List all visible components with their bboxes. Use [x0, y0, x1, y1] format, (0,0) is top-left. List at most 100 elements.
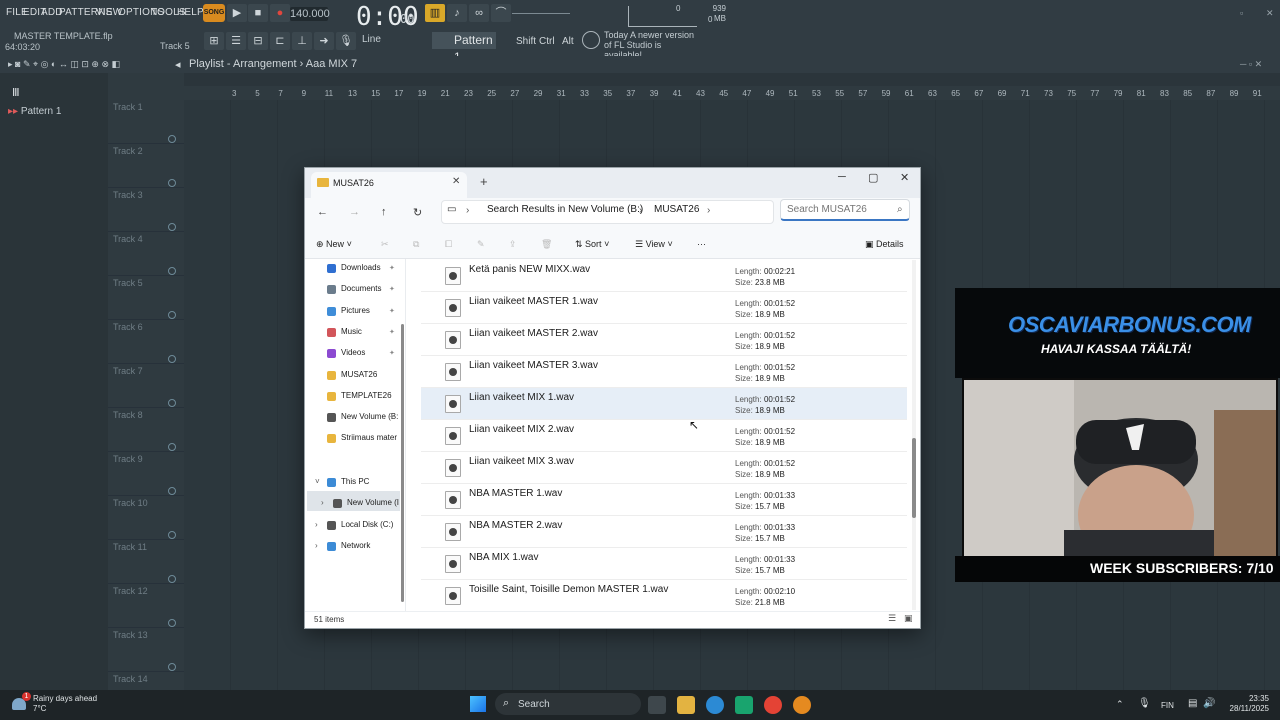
- playlist-tools-icon[interactable]: ▸ ◙ ✎ ⌖ ◎ ◐ ↔ ◫ ⊡ ⊕ ⊗ ◧: [8, 59, 120, 70]
- scrollbar-thumb[interactable]: [912, 438, 916, 518]
- details-view-icon[interactable]: ☰: [888, 613, 896, 624]
- nav-item[interactable]: TEMPLATE26: [341, 391, 392, 400]
- cut-icon[interactable]: ✂: [381, 239, 389, 250]
- file-explorer-icon[interactable]: [677, 696, 695, 714]
- menu-help[interactable]: HELP: [177, 7, 204, 18]
- metronome-icon[interactable]: ▥: [425, 4, 445, 22]
- copy-icon[interactable]: ⧉: [413, 239, 419, 250]
- mixer-icon[interactable]: ☰: [226, 32, 246, 50]
- forward-arrow-icon[interactable]: →: [349, 206, 360, 218]
- breadcrumb-musat26[interactable]: MUSAT26: [654, 204, 699, 215]
- tree-item[interactable]: New Volume (I: [347, 498, 399, 507]
- paste-icon[interactable]: ⧠: [445, 239, 452, 250]
- refresh-icon[interactable]: ↻: [413, 206, 422, 219]
- nav-item[interactable]: Music: [341, 327, 362, 336]
- track-mute-led[interactable]: [168, 487, 176, 495]
- minimize-icon[interactable]: ▫: [1240, 8, 1243, 18]
- stop-icon[interactable]: ■: [248, 4, 268, 22]
- delete-icon[interactable]: 🗑: [541, 239, 552, 250]
- file-list-scrollbar[interactable]: [912, 260, 916, 610]
- master-volume-slider[interactable]: [512, 13, 570, 14]
- nav-item[interactable]: Documents: [341, 284, 381, 293]
- loop-record-icon[interactable]: ∞: [469, 4, 489, 22]
- alt-key[interactable]: Alt: [562, 36, 574, 47]
- playlist-window-controls[interactable]: ─ ▫ ✕: [1240, 59, 1262, 70]
- breadcrumb-search-results[interactable]: Search Results in New Volume (B:): [487, 204, 643, 215]
- close-icon[interactable]: ✕: [1266, 8, 1274, 19]
- tree-chevron-icon[interactable]: ›: [315, 541, 318, 550]
- language-indicator[interactable]: FIN: [1161, 701, 1174, 710]
- nav-item[interactable]: Videos: [341, 348, 365, 357]
- nav-item[interactable]: Downloads: [341, 263, 381, 272]
- track-mute-led[interactable]: [168, 267, 176, 275]
- playlist-menu-icon[interactable]: ◂: [175, 58, 181, 71]
- pattern-toggle-icon[interactable]: Ⅲ: [12, 86, 20, 99]
- tree-chevron-icon[interactable]: ›: [321, 498, 324, 507]
- track-mute-led[interactable]: [168, 223, 176, 231]
- window-minimize-icon[interactable]: ─: [838, 171, 846, 183]
- track-mute-led[interactable]: [168, 443, 176, 451]
- track-mute-led[interactable]: [168, 179, 176, 187]
- snap-icon[interactable]: ⊞: [204, 32, 224, 50]
- window-close-icon[interactable]: ✕: [900, 171, 909, 184]
- back-arrow-icon[interactable]: ←: [317, 206, 328, 218]
- network-icon[interactable]: ▤: [1188, 698, 1197, 709]
- new-button[interactable]: ⊕ New ˅: [316, 239, 352, 250]
- window-maximize-icon[interactable]: ▢: [868, 171, 878, 184]
- channel-rack-icon[interactable]: ⊟: [248, 32, 268, 50]
- more-options-button[interactable]: ···: [697, 239, 706, 249]
- nav-item[interactable]: Striimaus mater: [341, 433, 397, 442]
- new-tab-button[interactable]: +: [480, 174, 488, 189]
- view-button[interactable]: ☰ View ˅: [635, 239, 673, 250]
- tree-item[interactable]: Network: [341, 541, 370, 550]
- track-mute-led[interactable]: [168, 531, 176, 539]
- tree-item[interactable]: This PC: [341, 477, 369, 486]
- nav-item[interactable]: Pictures: [341, 306, 370, 315]
- pattern-selector[interactable]: Pattern 1: [432, 32, 496, 64]
- tree-chevron-icon[interactable]: ›: [315, 520, 318, 529]
- shift-key[interactable]: Shift: [516, 36, 536, 47]
- details-button[interactable]: ▣ Details: [865, 239, 904, 250]
- up-arrow-icon[interactable]: ↑: [381, 206, 387, 218]
- microphone-icon[interactable]: 🎙: [336, 32, 356, 50]
- track-mute-led[interactable]: [168, 619, 176, 627]
- pattern-list-item[interactable]: ▸▸ Pattern 1: [8, 106, 61, 117]
- taskbar-clock[interactable]: 23:35 28/11/2025: [1229, 694, 1269, 714]
- snap-mode-select[interactable]: Line: [362, 34, 414, 48]
- record-icon[interactable]: ●: [270, 4, 290, 22]
- track-mute-led[interactable]: [168, 355, 176, 363]
- nav-scrollbar[interactable]: [401, 324, 404, 602]
- windows-start-icon[interactable]: [470, 696, 486, 712]
- tray-chevron-icon[interactable]: ⌃: [1116, 699, 1124, 710]
- track-mute-led[interactable]: [168, 311, 176, 319]
- track-mute-led[interactable]: [168, 575, 176, 583]
- step-edit-icon[interactable]: ♪: [447, 4, 467, 22]
- fl-studio-icon[interactable]: [793, 696, 811, 714]
- piano-roll-icon[interactable]: ⊏: [270, 32, 290, 50]
- tree-chevron-icon[interactable]: ˅: [315, 477, 320, 486]
- chrome-icon[interactable]: [764, 696, 782, 714]
- track-mute-led[interactable]: [168, 135, 176, 143]
- tree-item[interactable]: Local Disk (C:): [341, 520, 393, 529]
- taskbar-search[interactable]: [495, 693, 641, 715]
- track-mute-led[interactable]: [168, 663, 176, 671]
- nav-item[interactable]: MUSAT26: [341, 370, 377, 379]
- rename-icon[interactable]: ✎: [477, 239, 485, 250]
- arrow-right-icon[interactable]: ➜: [314, 32, 334, 50]
- tiles-view-icon[interactable]: ▣: [904, 613, 913, 624]
- countdown-icon[interactable]: ⌒: [491, 4, 511, 22]
- news-icon[interactable]: [582, 31, 600, 49]
- play-icon[interactable]: ▶: [227, 4, 247, 22]
- microphone-tray-icon[interactable]: 🎙: [1138, 698, 1151, 709]
- playlist-icon[interactable]: ⊥: [292, 32, 312, 50]
- ctrl-key[interactable]: Ctrl: [539, 36, 555, 47]
- track-mute-led[interactable]: [168, 399, 176, 407]
- song-mode-button[interactable]: SONG: [203, 4, 225, 22]
- task-view-icon[interactable]: [648, 696, 666, 714]
- xbox-icon[interactable]: [735, 696, 753, 714]
- search-input[interactable]: [780, 199, 910, 221]
- share-icon[interactable]: ⇪: [509, 239, 517, 250]
- tempo-display[interactable]: 140.000: [290, 7, 330, 21]
- edge-icon[interactable]: [706, 696, 724, 714]
- weather-widget[interactable]: Rainy days ahead 7°C: [33, 694, 97, 714]
